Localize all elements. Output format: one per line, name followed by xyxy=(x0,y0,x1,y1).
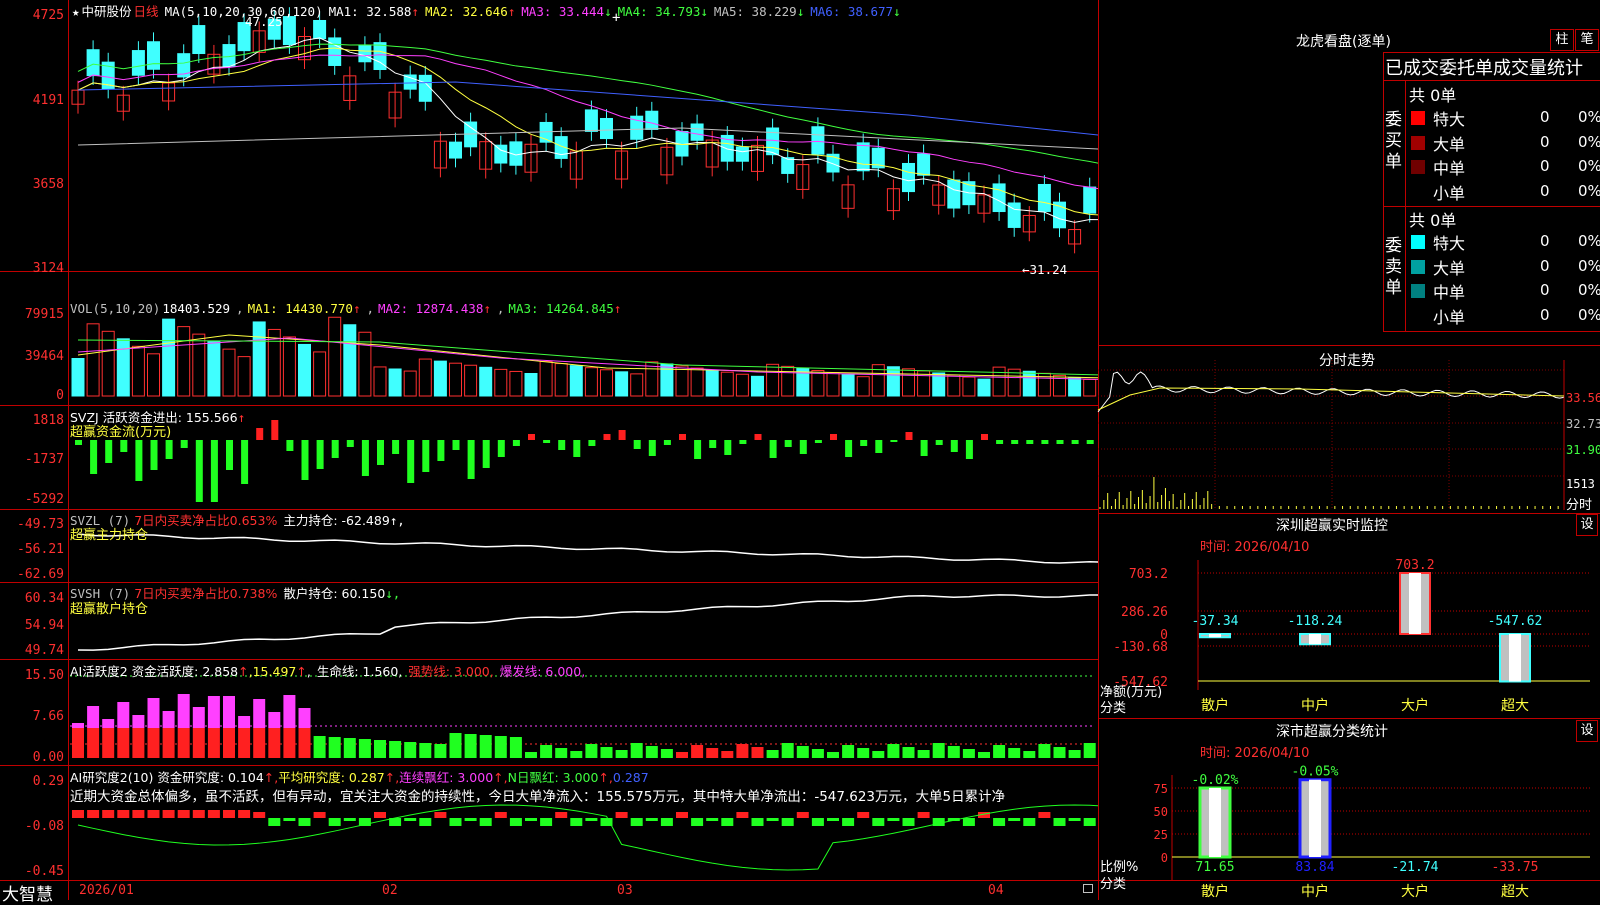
classify-bottom-label: 83.84 xyxy=(1295,860,1334,875)
classify-chart: 75 50 25 0 -0.02% 71.65 散户 -0.05% 83.84 中户 -21.74 大… xyxy=(1154,765,1590,900)
classify-bar-highlight xyxy=(1309,779,1321,857)
classify-category: 散户 xyxy=(1201,883,1229,900)
classify-bar-highlight xyxy=(1209,788,1221,857)
classify-unit2: 分类 xyxy=(1100,877,1127,892)
classify-ytick: 0 xyxy=(1161,851,1168,865)
classify-category: 中户 xyxy=(1301,883,1329,900)
classify-top-label: -0.02% xyxy=(1192,773,1239,788)
classify-bottom-label: -21.74 xyxy=(1392,860,1439,875)
classify-ytick: 75 xyxy=(1154,782,1168,796)
classify-top-label: -0.05% xyxy=(1292,765,1339,780)
classify-category: 大户 xyxy=(1401,883,1429,900)
classify-bottom-label: -33.75 xyxy=(1492,860,1539,875)
classify-category: 超大 xyxy=(1501,884,1529,900)
classify-bottom-label: 71.65 xyxy=(1195,860,1234,875)
classify-ytick: 25 xyxy=(1154,828,1168,842)
classify-ytick: 50 xyxy=(1154,805,1168,819)
